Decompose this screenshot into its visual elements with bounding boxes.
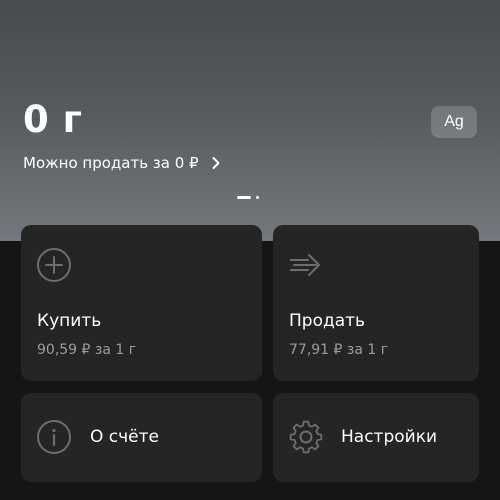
- buy-price: 90,59 ₽ за 1 г: [37, 342, 137, 358]
- buy-card[interactable]: Купить 90,59 ₽ за 1 г: [21, 225, 262, 381]
- account-info-label: О счёте: [90, 427, 159, 447]
- gear-icon: [288, 419, 324, 455]
- sell-title: Продать: [289, 311, 366, 331]
- buy-title: Купить: [37, 311, 102, 331]
- sell-hint-label: Можно продать за 0 ₽: [23, 154, 199, 172]
- balance-amount: 0 г: [23, 98, 83, 141]
- settings-label: Настройки: [341, 427, 438, 447]
- sell-card[interactable]: Продать 77,91 ₽ за 1 г: [273, 225, 479, 381]
- settings-card[interactable]: Настройки: [273, 393, 479, 482]
- chevron-right-icon: [209, 156, 223, 170]
- sell-price: 77,91 ₽ за 1 г: [289, 342, 389, 358]
- page-indicator: [237, 195, 259, 199]
- plus-circle-icon: [36, 247, 72, 283]
- metal-badge[interactable]: Ag: [431, 106, 477, 138]
- account-info-card[interactable]: О счёте: [21, 393, 262, 482]
- arrow-right-fast-icon: [288, 247, 324, 283]
- header-panel: 0 г Ag Можно продать за 0 ₽: [0, 0, 500, 241]
- info-circle-icon: [36, 419, 72, 455]
- sell-hint-link[interactable]: Можно продать за 0 ₽: [23, 151, 223, 175]
- page-dot: [256, 195, 259, 199]
- page-dot-active: [237, 195, 251, 199]
